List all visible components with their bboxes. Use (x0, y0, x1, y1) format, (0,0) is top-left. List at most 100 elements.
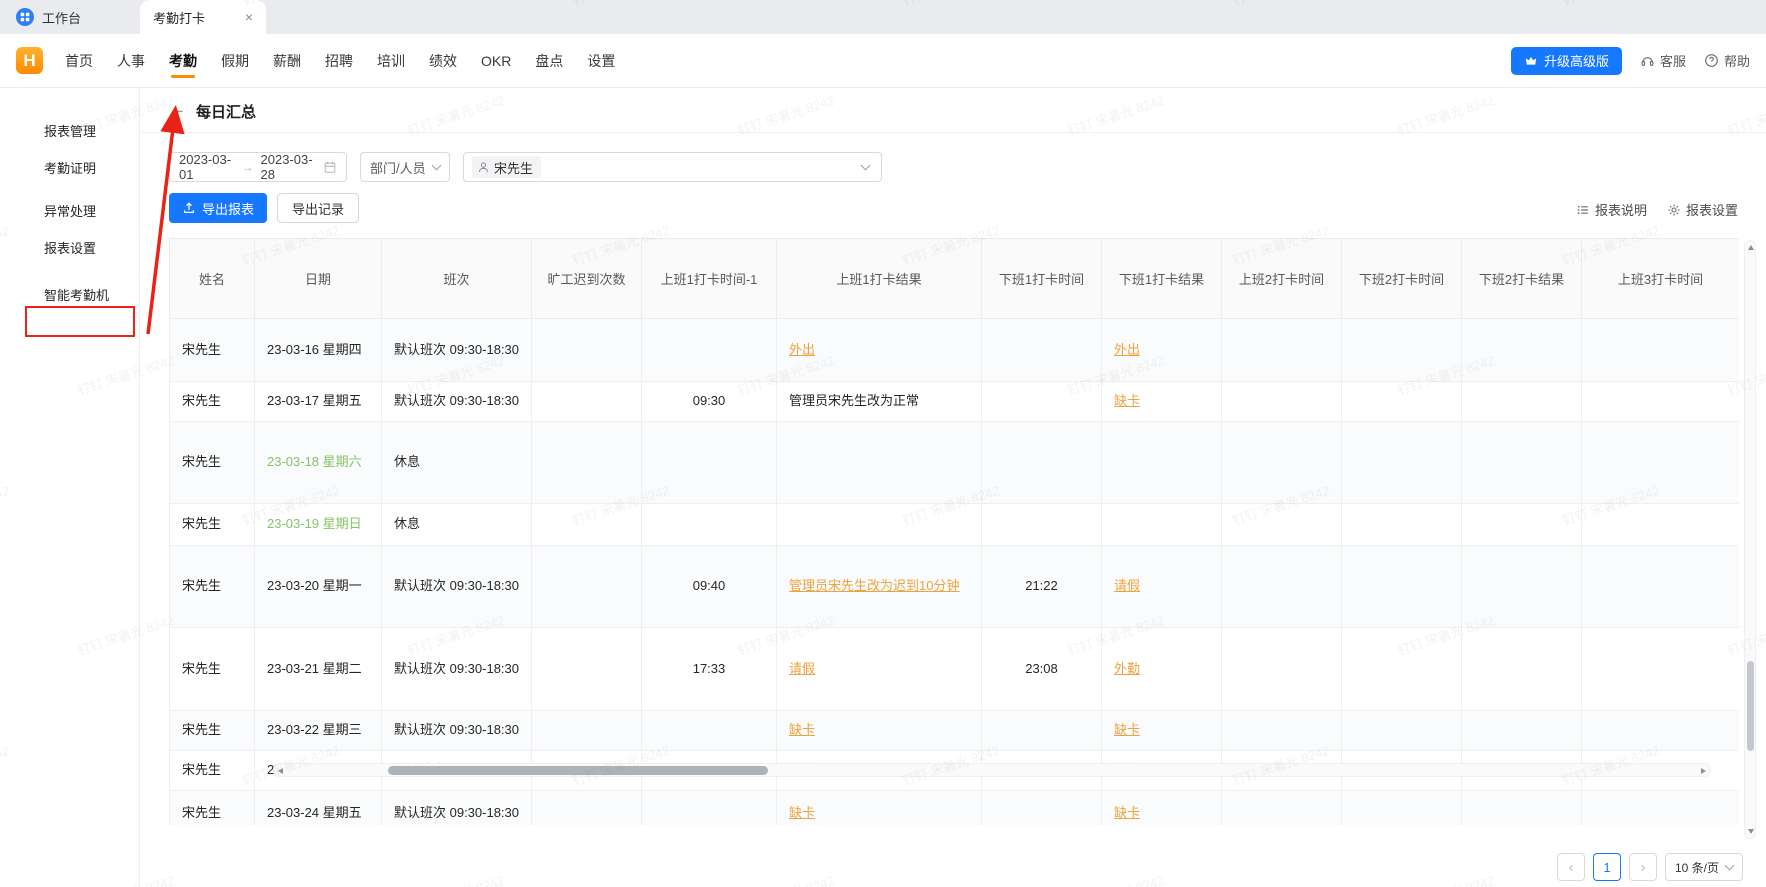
cell-下班1打卡时间 (982, 422, 1102, 504)
cell-上班1打卡结果 (777, 504, 982, 546)
sidebar-item-异常处理[interactable]: 异常处理 (0, 192, 139, 229)
report-links: 报表说明 报表设置 (1576, 200, 1738, 219)
table-row: 宋先生23-03-17 星期五默认班次 09:30-18:3009:30管理员宋… (170, 382, 1740, 422)
result-link[interactable]: 请假 (789, 661, 815, 676)
person-icon (477, 161, 490, 174)
sidebar-item-报表设置[interactable]: 报表设置 (0, 229, 139, 266)
back-arrow-icon[interactable]: ← (169, 99, 186, 119)
cell-下班1打卡时间 (982, 711, 1102, 751)
daily-summary-table-wrap: 姓名日期班次旷工迟到次数上班1打卡时间-1上班1打卡结果下班1打卡时间下班1打卡… (169, 238, 1739, 825)
vertical-scrollbar[interactable] (1744, 240, 1756, 839)
person-tag[interactable]: 宋先生 (472, 156, 541, 178)
sidebar-item-智能考勤机[interactable]: 智能考勤机 (0, 276, 139, 313)
cell-text: 23-03-16 星期四 (267, 342, 362, 357)
tab-attendance[interactable]: 考勤打卡 × (140, 0, 266, 34)
nav-item-首页[interactable]: 首页 (63, 34, 95, 87)
cell-text: 默认班次 09:30-18:30 (394, 722, 519, 737)
result-link[interactable]: 外出 (789, 342, 815, 357)
help-link[interactable]: 帮助 (1704, 51, 1750, 70)
nav-item-设置[interactable]: 设置 (585, 34, 617, 87)
next-page-button[interactable]: › (1629, 853, 1657, 881)
workbench-label: 工作台 (42, 8, 81, 27)
export-report-button[interactable]: 导出报表 (169, 193, 267, 223)
customer-service-link[interactable]: 客服 (1640, 51, 1686, 70)
sidebar-item-label: 报表设置 (44, 238, 96, 257)
cell-上班1打卡时间-1: 09:30 (642, 382, 777, 422)
nav-item-OKR[interactable]: OKR (479, 34, 513, 87)
cell-姓名: 宋先生 (170, 711, 255, 751)
cell-text: 宋先生 (182, 342, 221, 357)
nav-item-绩效[interactable]: 绩效 (427, 34, 459, 87)
nav-item-招聘[interactable]: 招聘 (323, 34, 355, 87)
cell-下班2打卡结果 (1462, 546, 1582, 628)
dept-person-select[interactable]: 部门/人员 (360, 152, 450, 182)
vertical-scrollbar-thumb[interactable] (1747, 661, 1754, 751)
sidebar-item-考勤证明[interactable]: 考勤证明 (0, 149, 139, 186)
nav-item-考勤[interactable]: 考勤 (167, 34, 199, 87)
cell-下班1打卡时间 (982, 319, 1102, 382)
cell-text: 23-03-18 星期六 (267, 454, 362, 469)
scroll-down-arrow-icon[interactable] (1748, 829, 1754, 834)
horizontal-scrollbar-thumb[interactable] (388, 766, 768, 775)
nav-item-盘点[interactable]: 盘点 (533, 34, 565, 87)
person-filter-select[interactable]: 宋先生 (463, 152, 882, 182)
cell-旷工迟到次数 (532, 422, 642, 504)
table-row: 宋先生23-03-16 星期四默认班次 09:30-18:30外出外出 (170, 319, 1740, 382)
chevron-down-icon (432, 161, 442, 171)
result-link[interactable]: 缺卡 (1114, 722, 1140, 737)
daily-summary-table: 姓名日期班次旷工迟到次数上班1打卡时间-1上班1打卡结果下班1打卡时间下班1打卡… (169, 238, 1739, 825)
export-records-button[interactable]: 导出记录 (277, 193, 359, 223)
nav-item-假期[interactable]: 假期 (219, 34, 251, 87)
workbench-tab[interactable]: 工作台 (16, 0, 81, 34)
nav-item-培训[interactable]: 培训 (375, 34, 407, 87)
cell-班次: 默认班次 09:30-18:30 (382, 791, 532, 826)
scroll-up-arrow-icon[interactable] (1748, 245, 1754, 250)
list-icon (1576, 203, 1590, 217)
cell-text: 默认班次 09:30-18:30 (394, 578, 519, 593)
cell-下班2打卡结果 (1462, 628, 1582, 711)
scroll-left-arrow-icon[interactable] (278, 768, 283, 774)
report-help-link[interactable]: 报表说明 (1576, 200, 1647, 219)
cell-text: 23-03-22 星期三 (267, 722, 362, 737)
scroll-right-arrow-icon[interactable] (1701, 768, 1706, 774)
cell-下班2打卡时间 (1342, 382, 1462, 422)
cell-下班2打卡结果 (1462, 504, 1582, 546)
cell-上班3打卡时间 (1582, 504, 1740, 546)
close-icon[interactable]: × (245, 9, 253, 25)
cell-下班1打卡结果 (1102, 504, 1222, 546)
upgrade-premium-button[interactable]: 升级高级版 (1511, 47, 1622, 75)
cell-上班1打卡时间-1 (642, 711, 777, 751)
horizontal-scrollbar[interactable] (273, 763, 1711, 777)
result-link[interactable]: 请假 (1114, 578, 1140, 593)
table-row: 宋先生23-03-18 星期六休息 (170, 422, 1740, 504)
cell-下班2打卡时间 (1342, 319, 1462, 382)
result-link[interactable]: 外出 (1114, 342, 1140, 357)
prev-page-button[interactable]: ‹ (1557, 853, 1585, 881)
cell-姓名: 宋先生 (170, 628, 255, 711)
cell-姓名: 宋先生 (170, 319, 255, 382)
cell-旷工迟到次数 (532, 791, 642, 826)
result-link[interactable]: 外勤 (1114, 661, 1140, 676)
current-page-button[interactable]: 1 (1593, 853, 1621, 881)
sidebar-item-报表管理[interactable]: 报表管理 (0, 112, 139, 149)
result-link[interactable]: 缺卡 (789, 722, 815, 737)
column-header-下班2打卡结果: 下班2打卡结果 (1462, 239, 1582, 319)
filter-bar: 2023-03-01 → 2023-03-28 部门/人员 宋先生 (169, 152, 882, 182)
result-link[interactable]: 管理员宋先生改为迟到10分钟 (789, 578, 959, 593)
cell-text: 默认班次 09:30-18:30 (394, 805, 519, 820)
cell-姓名: 宋先生 (170, 422, 255, 504)
cell-下班2打卡时间 (1342, 546, 1462, 628)
app-logo[interactable]: H (16, 47, 43, 74)
date-range-picker[interactable]: 2023-03-01 → 2023-03-28 (169, 152, 347, 182)
cell-上班1打卡时间-1 (642, 319, 777, 382)
cell-旷工迟到次数 (532, 628, 642, 711)
page-size-select[interactable]: 10 条/页 (1665, 853, 1743, 881)
result-link[interactable]: 缺卡 (1114, 805, 1140, 820)
cell-姓名: 宋先生 (170, 546, 255, 628)
report-settings-link[interactable]: 报表设置 (1667, 200, 1738, 219)
result-link[interactable]: 缺卡 (789, 805, 815, 820)
nav-item-薪酬[interactable]: 薪酬 (271, 34, 303, 87)
page-size-value: 10 条/页 (1675, 859, 1719, 876)
result-link[interactable]: 缺卡 (1114, 393, 1140, 408)
nav-item-人事[interactable]: 人事 (115, 34, 147, 87)
